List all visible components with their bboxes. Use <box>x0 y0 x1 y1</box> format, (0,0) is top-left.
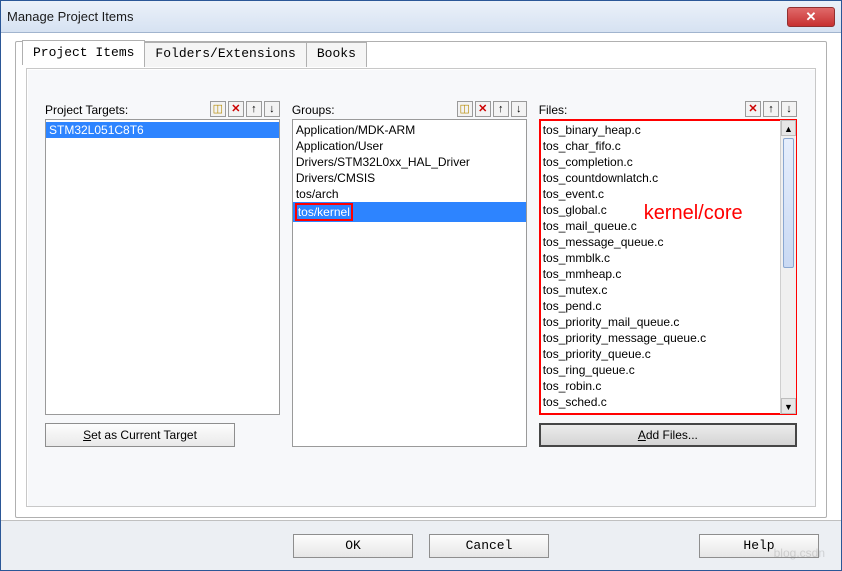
tab-panel: Project Targets: ◫ ✕ ↑ ↓ STM32L051C8T6 S… <box>26 68 816 507</box>
list-item[interactable]: tos_ring_queue.c <box>540 362 780 378</box>
scroll-up-icon[interactable]: ▲ <box>781 120 796 136</box>
list-item[interactable]: tos/arch <box>293 186 526 202</box>
targets-new-icon[interactable]: ◫ <box>210 101 226 117</box>
groups-delete-icon[interactable]: ✕ <box>475 101 491 117</box>
targets-delete-icon[interactable]: ✕ <box>228 101 244 117</box>
set-current-target-button[interactable]: Set as Current Target <box>45 423 235 447</box>
cancel-button[interactable]: Cancel <box>429 534 549 558</box>
targets-up-icon[interactable]: ↑ <box>246 101 262 117</box>
list-item[interactable]: Application/MDK-ARM <box>293 122 526 138</box>
list-item[interactable]: tos_priority_message_queue.c <box>540 330 780 346</box>
list-item[interactable]: tos_mutex.c <box>540 282 780 298</box>
groups-new-icon[interactable]: ◫ <box>457 101 473 117</box>
files-delete-icon[interactable]: ✕ <box>745 101 761 117</box>
list-item[interactable]: tos_priority_mail_queue.c <box>540 314 780 330</box>
list-item[interactable]: tos_completion.c <box>540 154 780 170</box>
list-item[interactable]: tos_mmheap.c <box>540 266 780 282</box>
list-item[interactable]: tos_sched.c <box>540 394 780 410</box>
targets-label: Project Targets: <box>45 103 128 117</box>
files-listbox[interactable]: tos_binary_heap.ctos_char_fifo.ctos_comp… <box>539 119 797 415</box>
tab-folders-extensions[interactable]: Folders/Extensions <box>144 42 306 67</box>
list-item[interactable]: Drivers/CMSIS <box>293 170 526 186</box>
targets-pane: Project Targets: ◫ ✕ ↑ ↓ STM32L051C8T6 S… <box>45 99 280 447</box>
list-item[interactable]: tos_mmblk.c <box>540 250 780 266</box>
list-item[interactable]: STM32L051C8T6 <box>46 122 279 138</box>
groups-label: Groups: <box>292 103 335 117</box>
help-button[interactable]: Help <box>699 534 819 558</box>
scroll-down-icon[interactable]: ▼ <box>781 398 796 414</box>
list-item[interactable]: tos_char_fifo.c <box>540 138 780 154</box>
list-item[interactable]: tos_robin.c <box>540 378 780 394</box>
groups-pane: Groups: ◫ ✕ ↑ ↓ Application/MDK-ARMAppli… <box>292 99 527 447</box>
list-item[interactable]: tos_message_queue.c <box>540 234 780 250</box>
targets-down-icon[interactable]: ↓ <box>264 101 280 117</box>
list-item[interactable]: tos_countdownlatch.c <box>540 170 780 186</box>
files-pane: Files: ✕ ↑ ↓ tos_binary_heap.ctos_char_f… <box>539 99 797 447</box>
dialog-button-row: OK Cancel Help blog.csdn <box>1 520 841 570</box>
files-up-icon[interactable]: ↑ <box>763 101 779 117</box>
dialog-window: Manage Project Items ✕ Project Items Fol… <box>0 0 842 571</box>
list-item[interactable]: tos_binary_heap.c <box>540 122 780 138</box>
scroll-thumb[interactable] <box>783 138 794 268</box>
close-button[interactable]: ✕ <box>787 7 835 27</box>
files-down-icon[interactable]: ↓ <box>781 101 797 117</box>
targets-listbox[interactable]: STM32L051C8T6 <box>45 119 280 415</box>
add-files-button[interactable]: Add Files... <box>539 423 797 447</box>
list-item[interactable]: tos/kernel <box>293 202 526 222</box>
list-item[interactable]: tos_priority_queue.c <box>540 346 780 362</box>
list-item[interactable]: tos_mail_queue.c <box>540 218 780 234</box>
files-label: Files: <box>539 103 568 117</box>
ok-button[interactable]: OK <box>293 534 413 558</box>
tab-bar: Project Items Folders/Extensions Books <box>22 40 366 65</box>
tab-project-items[interactable]: Project Items <box>22 40 145 65</box>
groups-up-icon[interactable]: ↑ <box>493 101 509 117</box>
list-item[interactable]: Drivers/STM32L0xx_HAL_Driver <box>293 154 526 170</box>
groups-down-icon[interactable]: ↓ <box>511 101 527 117</box>
groups-listbox[interactable]: Application/MDK-ARMApplication/UserDrive… <box>292 119 527 447</box>
content-frame: Project Items Folders/Extensions Books P… <box>15 41 827 518</box>
files-scrollbar[interactable]: ▲ ▼ <box>780 120 796 414</box>
tab-books[interactable]: Books <box>306 42 367 67</box>
list-item[interactable]: tos_global.c <box>540 202 780 218</box>
window-title: Manage Project Items <box>7 9 133 24</box>
list-item[interactable]: tos_event.c <box>540 186 780 202</box>
list-item[interactable]: Application/User <box>293 138 526 154</box>
list-item[interactable]: tos_sem.c <box>540 410 780 414</box>
titlebar: Manage Project Items ✕ <box>1 1 841 33</box>
list-item[interactable]: tos_pend.c <box>540 298 780 314</box>
